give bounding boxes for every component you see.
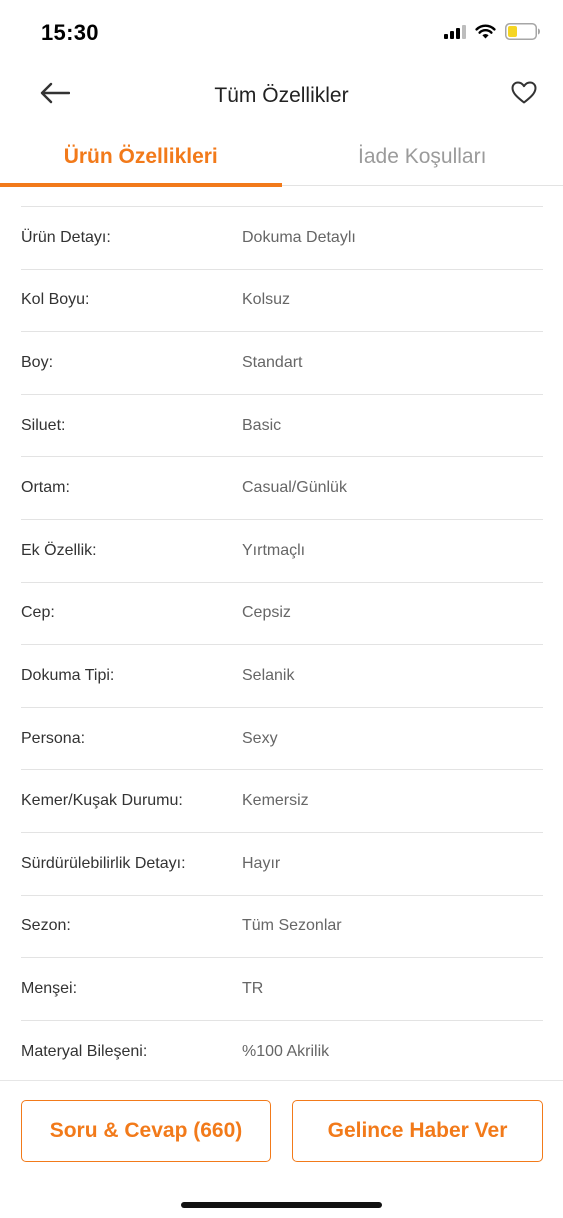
attribute-key: Sezon: (21, 917, 71, 935)
battery-icon (505, 23, 541, 45)
favorite-button[interactable] (509, 80, 539, 110)
attribute-value: Sexy (242, 729, 278, 747)
nav-bar: Tüm Özellikler (0, 68, 563, 124)
attribute-value: Selanik (242, 666, 295, 684)
attribute-value: Yırtmaçlı (242, 541, 306, 559)
attribute-value: Standart (242, 353, 303, 371)
status-bar: 15:30 (0, 0, 563, 68)
attribute-value: Basic (242, 416, 282, 434)
attribute-key: Kol Boyu: (21, 291, 90, 309)
status-icons (444, 23, 541, 45)
attribute-value: TR (242, 979, 264, 997)
attribute-key: Ortam: (21, 479, 70, 497)
attribute-row: Boy: Standart (21, 332, 543, 395)
status-time: 15:30 (41, 20, 99, 45)
attribute-row: Sürdürülebilirlik Detayı: Hayır (21, 833, 543, 896)
attribute-row: Siluet: Basic (21, 395, 543, 458)
attribute-key: Menşei: (21, 979, 78, 997)
attribute-row: Ek Özellik: Yırtmaçlı (21, 520, 543, 583)
attribute-key: Siluet: (21, 416, 66, 434)
questions-answers-button[interactable]: Soru & Cevap (660) (21, 1100, 271, 1162)
attribute-key: Boy: (21, 353, 54, 371)
attribute-value: Hayır (242, 854, 281, 872)
attribute-key: Kemer/Kuşak Durumu: (21, 792, 183, 810)
attribute-key: Dokuma Tipi: (21, 666, 115, 684)
attribute-key: Sürdürülebilirlik Detayı: (21, 854, 186, 872)
attribute-row: Cep: Cepsiz (21, 583, 543, 646)
notify-when-available-button[interactable]: Gelince Haber Ver (292, 1100, 543, 1162)
attribute-value: Kolsuz (242, 291, 291, 309)
tab-product-features[interactable]: Ürün Özellikleri (0, 128, 282, 187)
attribute-key: Persona: (21, 729, 86, 747)
attribute-key: Cep: (21, 604, 55, 622)
attribute-value: Casual/Günlük (242, 479, 347, 497)
attribute-row: Sezon: Tüm Sezonlar (21, 896, 543, 959)
attribute-row: Ortam: Casual/Günlük (21, 457, 543, 520)
attribute-key: Ek Özellik: (21, 541, 97, 559)
home-indicator (181, 1202, 382, 1208)
page-title: Tüm Özellikler (214, 84, 349, 107)
bottom-action-bar: Soru & Cevap (660) Gelince Haber Ver (0, 1080, 563, 1218)
attribute-row: Persona: Sexy (21, 708, 543, 771)
attribute-value: %100 Akrilik (242, 1043, 330, 1061)
signal-icon (444, 24, 466, 44)
tab-bar: Ürün Özellikleri İade Koşulları (0, 128, 563, 187)
attribute-value: Cepsiz (242, 604, 291, 622)
attribute-key: Ürün Detayı: (21, 228, 111, 246)
attribute-row: Materyal Bileşeni: %100 Akrilik (21, 1021, 543, 1084)
attribute-key: Materyal Bileşeni: (21, 1043, 148, 1061)
attribute-row: Kol Boyu: Kolsuz (21, 270, 543, 333)
attribute-value: Kemersiz (242, 792, 309, 810)
attribute-value: Tüm Sezonlar (242, 917, 342, 935)
attribute-list: Ürün Detayı: Dokuma Detaylı Kol Boyu: Ko… (21, 206, 543, 1083)
wifi-icon (475, 24, 496, 44)
attribute-value: Dokuma Detaylı (242, 228, 356, 246)
attribute-row: Kemer/Kuşak Durumu: Kemersiz (21, 770, 543, 833)
attribute-row: Ürün Detayı: Dokuma Detaylı (21, 207, 543, 270)
attribute-row: Dokuma Tipi: Selanik (21, 645, 543, 708)
attribute-row: Menşei: TR (21, 958, 543, 1021)
heart-outline-icon (511, 81, 537, 109)
tab-return-conditions[interactable]: İade Koşulları (282, 128, 563, 186)
